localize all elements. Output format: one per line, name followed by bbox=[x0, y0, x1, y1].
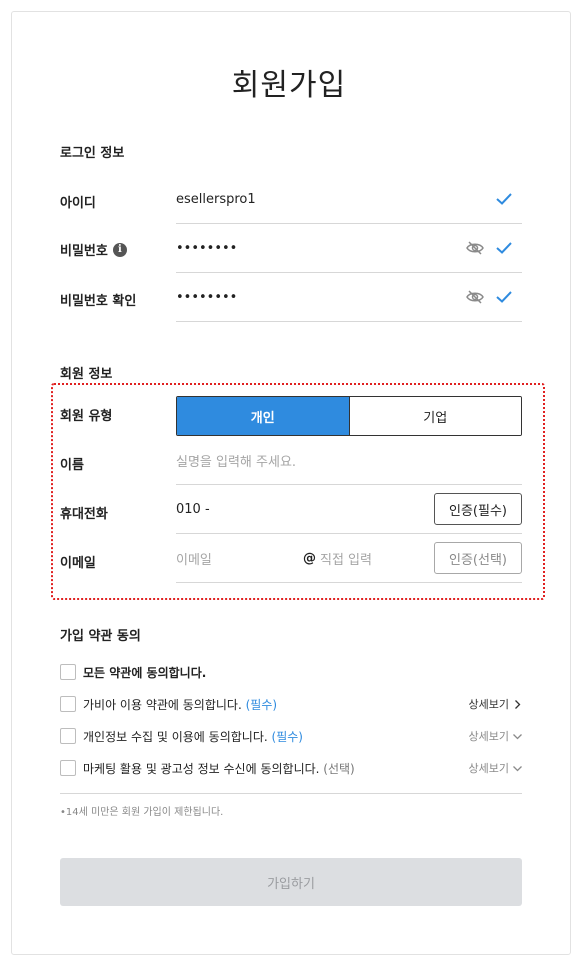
password-label: 비밀번호 i bbox=[60, 240, 127, 259]
privacy-item-row[interactable]: 개인정보 수집 및 이용에 동의합니다. (필수) 상세보기 bbox=[60, 726, 522, 746]
member-type-label: 회원 유형 bbox=[60, 405, 112, 424]
marketing-item-row[interactable]: 마케팅 활용 및 광고성 정보 수신에 동의합니다. (선택) 상세보기 bbox=[60, 758, 522, 778]
member-type-personal-button[interactable]: 개인 bbox=[177, 397, 349, 435]
email-domain-input[interactable]: 직접 입력 bbox=[320, 549, 434, 568]
check-icon bbox=[496, 193, 512, 205]
password-confirm-value[interactable]: •••••••• bbox=[176, 290, 466, 305]
terms-item-text: 가비아 이용 약관에 동의합니다. bbox=[83, 697, 242, 712]
email-verify-button[interactable]: 인증(선택) bbox=[434, 542, 522, 574]
eye-off-icon[interactable] bbox=[466, 290, 484, 304]
password-label-text: 비밀번호 bbox=[60, 244, 108, 259]
terms-section-title: 가입 약관 동의 bbox=[60, 629, 141, 644]
agree-all-checkbox[interactable] bbox=[60, 664, 76, 680]
password-field[interactable]: •••••••• bbox=[176, 224, 522, 273]
terms-detail-link[interactable]: 상세보기 bbox=[469, 696, 522, 712]
chevron-down-icon bbox=[513, 733, 522, 739]
member-section-title: 회원 정보 bbox=[60, 367, 113, 382]
login-section-title: 로그인 정보 bbox=[60, 146, 125, 161]
detail-link-text: 상세보기 bbox=[468, 698, 509, 711]
marketing-item-label: 마케팅 활용 및 광고성 정보 수신에 동의합니다. (선택) bbox=[83, 760, 469, 777]
name-label: 이름 bbox=[60, 454, 84, 473]
agree-all-row[interactable]: 모든 약관에 동의합니다. bbox=[60, 662, 522, 682]
id-field[interactable]: esellerspro1 bbox=[176, 175, 522, 224]
privacy-item-label: 개인정보 수집 및 이용에 동의합니다. (필수) bbox=[83, 728, 469, 745]
privacy-item-checkbox[interactable] bbox=[60, 728, 76, 744]
terms-item-row[interactable]: 가비아 이용 약관에 동의합니다. (필수) 상세보기 bbox=[60, 694, 522, 714]
phone-input[interactable]: 010 - bbox=[176, 502, 434, 517]
check-icon bbox=[496, 242, 512, 254]
email-at-sign: @ bbox=[303, 550, 316, 566]
info-icon[interactable]: i bbox=[112, 242, 127, 257]
chevron-down-icon bbox=[513, 765, 522, 771]
id-label-text: 아이디 bbox=[60, 196, 96, 211]
email-id-input[interactable]: 이메일 bbox=[176, 549, 303, 568]
page-title: 회원가입 bbox=[231, 68, 347, 103]
email-field: 이메일 @ 직접 입력 인증(선택) bbox=[176, 534, 522, 583]
phone-verify-button[interactable]: 인증(필수) bbox=[434, 493, 522, 525]
phone-label: 휴대전화 bbox=[60, 503, 108, 522]
id-value[interactable]: esellerspro1 bbox=[176, 192, 496, 207]
phone-label-text: 휴대전화 bbox=[60, 507, 108, 522]
signup-submit-button[interactable]: 가입하기 bbox=[60, 858, 522, 906]
password-confirm-label-text: 비밀번호 확인 bbox=[60, 294, 137, 309]
terms-item-checkbox[interactable] bbox=[60, 696, 76, 712]
agree-all-label: 모든 약관에 동의합니다. bbox=[83, 665, 207, 680]
password-confirm-field[interactable]: •••••••• bbox=[176, 273, 522, 322]
chevron-right-icon bbox=[515, 699, 521, 709]
detail-link-text: 상세보기 bbox=[468, 730, 509, 743]
marketing-detail-link[interactable]: 상세보기 bbox=[469, 760, 522, 776]
member-type-toggle: 개인 기업 bbox=[176, 396, 522, 436]
marketing-item-checkbox[interactable] bbox=[60, 760, 76, 776]
marketing-item-tag: (선택) bbox=[323, 761, 355, 776]
eye-off-icon[interactable] bbox=[466, 241, 484, 255]
privacy-item-tag: (필수) bbox=[271, 729, 303, 744]
terms-divider bbox=[60, 793, 522, 794]
email-label: 이메일 bbox=[60, 552, 96, 571]
id-label: 아이디 bbox=[60, 192, 96, 211]
terms-item-tag: (필수) bbox=[245, 697, 278, 712]
email-label-text: 이메일 bbox=[60, 556, 96, 571]
member-type-business-button[interactable]: 기업 bbox=[348, 397, 521, 435]
password-confirm-label: 비밀번호 확인 bbox=[60, 290, 136, 309]
privacy-item-text: 개인정보 수집 및 이용에 동의합니다. bbox=[83, 729, 268, 744]
privacy-detail-link[interactable]: 상세보기 bbox=[469, 728, 522, 744]
name-input[interactable]: 실명을 입력해 주세요. bbox=[176, 451, 522, 470]
member-type-label-text: 회원 유형 bbox=[60, 409, 113, 424]
phone-field[interactable]: 010 - 인증(필수) bbox=[176, 485, 522, 534]
age-notice: •14세 미만은 회원 가입이 제한됩니다. bbox=[60, 807, 224, 818]
detail-link-text: 상세보기 bbox=[468, 762, 509, 775]
marketing-item-text: 마케팅 활용 및 광고성 정보 수신에 동의합니다. bbox=[83, 761, 320, 776]
name-field[interactable]: 실명을 입력해 주세요. bbox=[176, 436, 522, 485]
name-label-text: 이름 bbox=[60, 458, 84, 473]
terms-item-label: 가비아 이용 약관에 동의합니다. (필수) bbox=[83, 696, 469, 713]
check-icon bbox=[496, 291, 512, 303]
password-value[interactable]: •••••••• bbox=[176, 241, 466, 256]
